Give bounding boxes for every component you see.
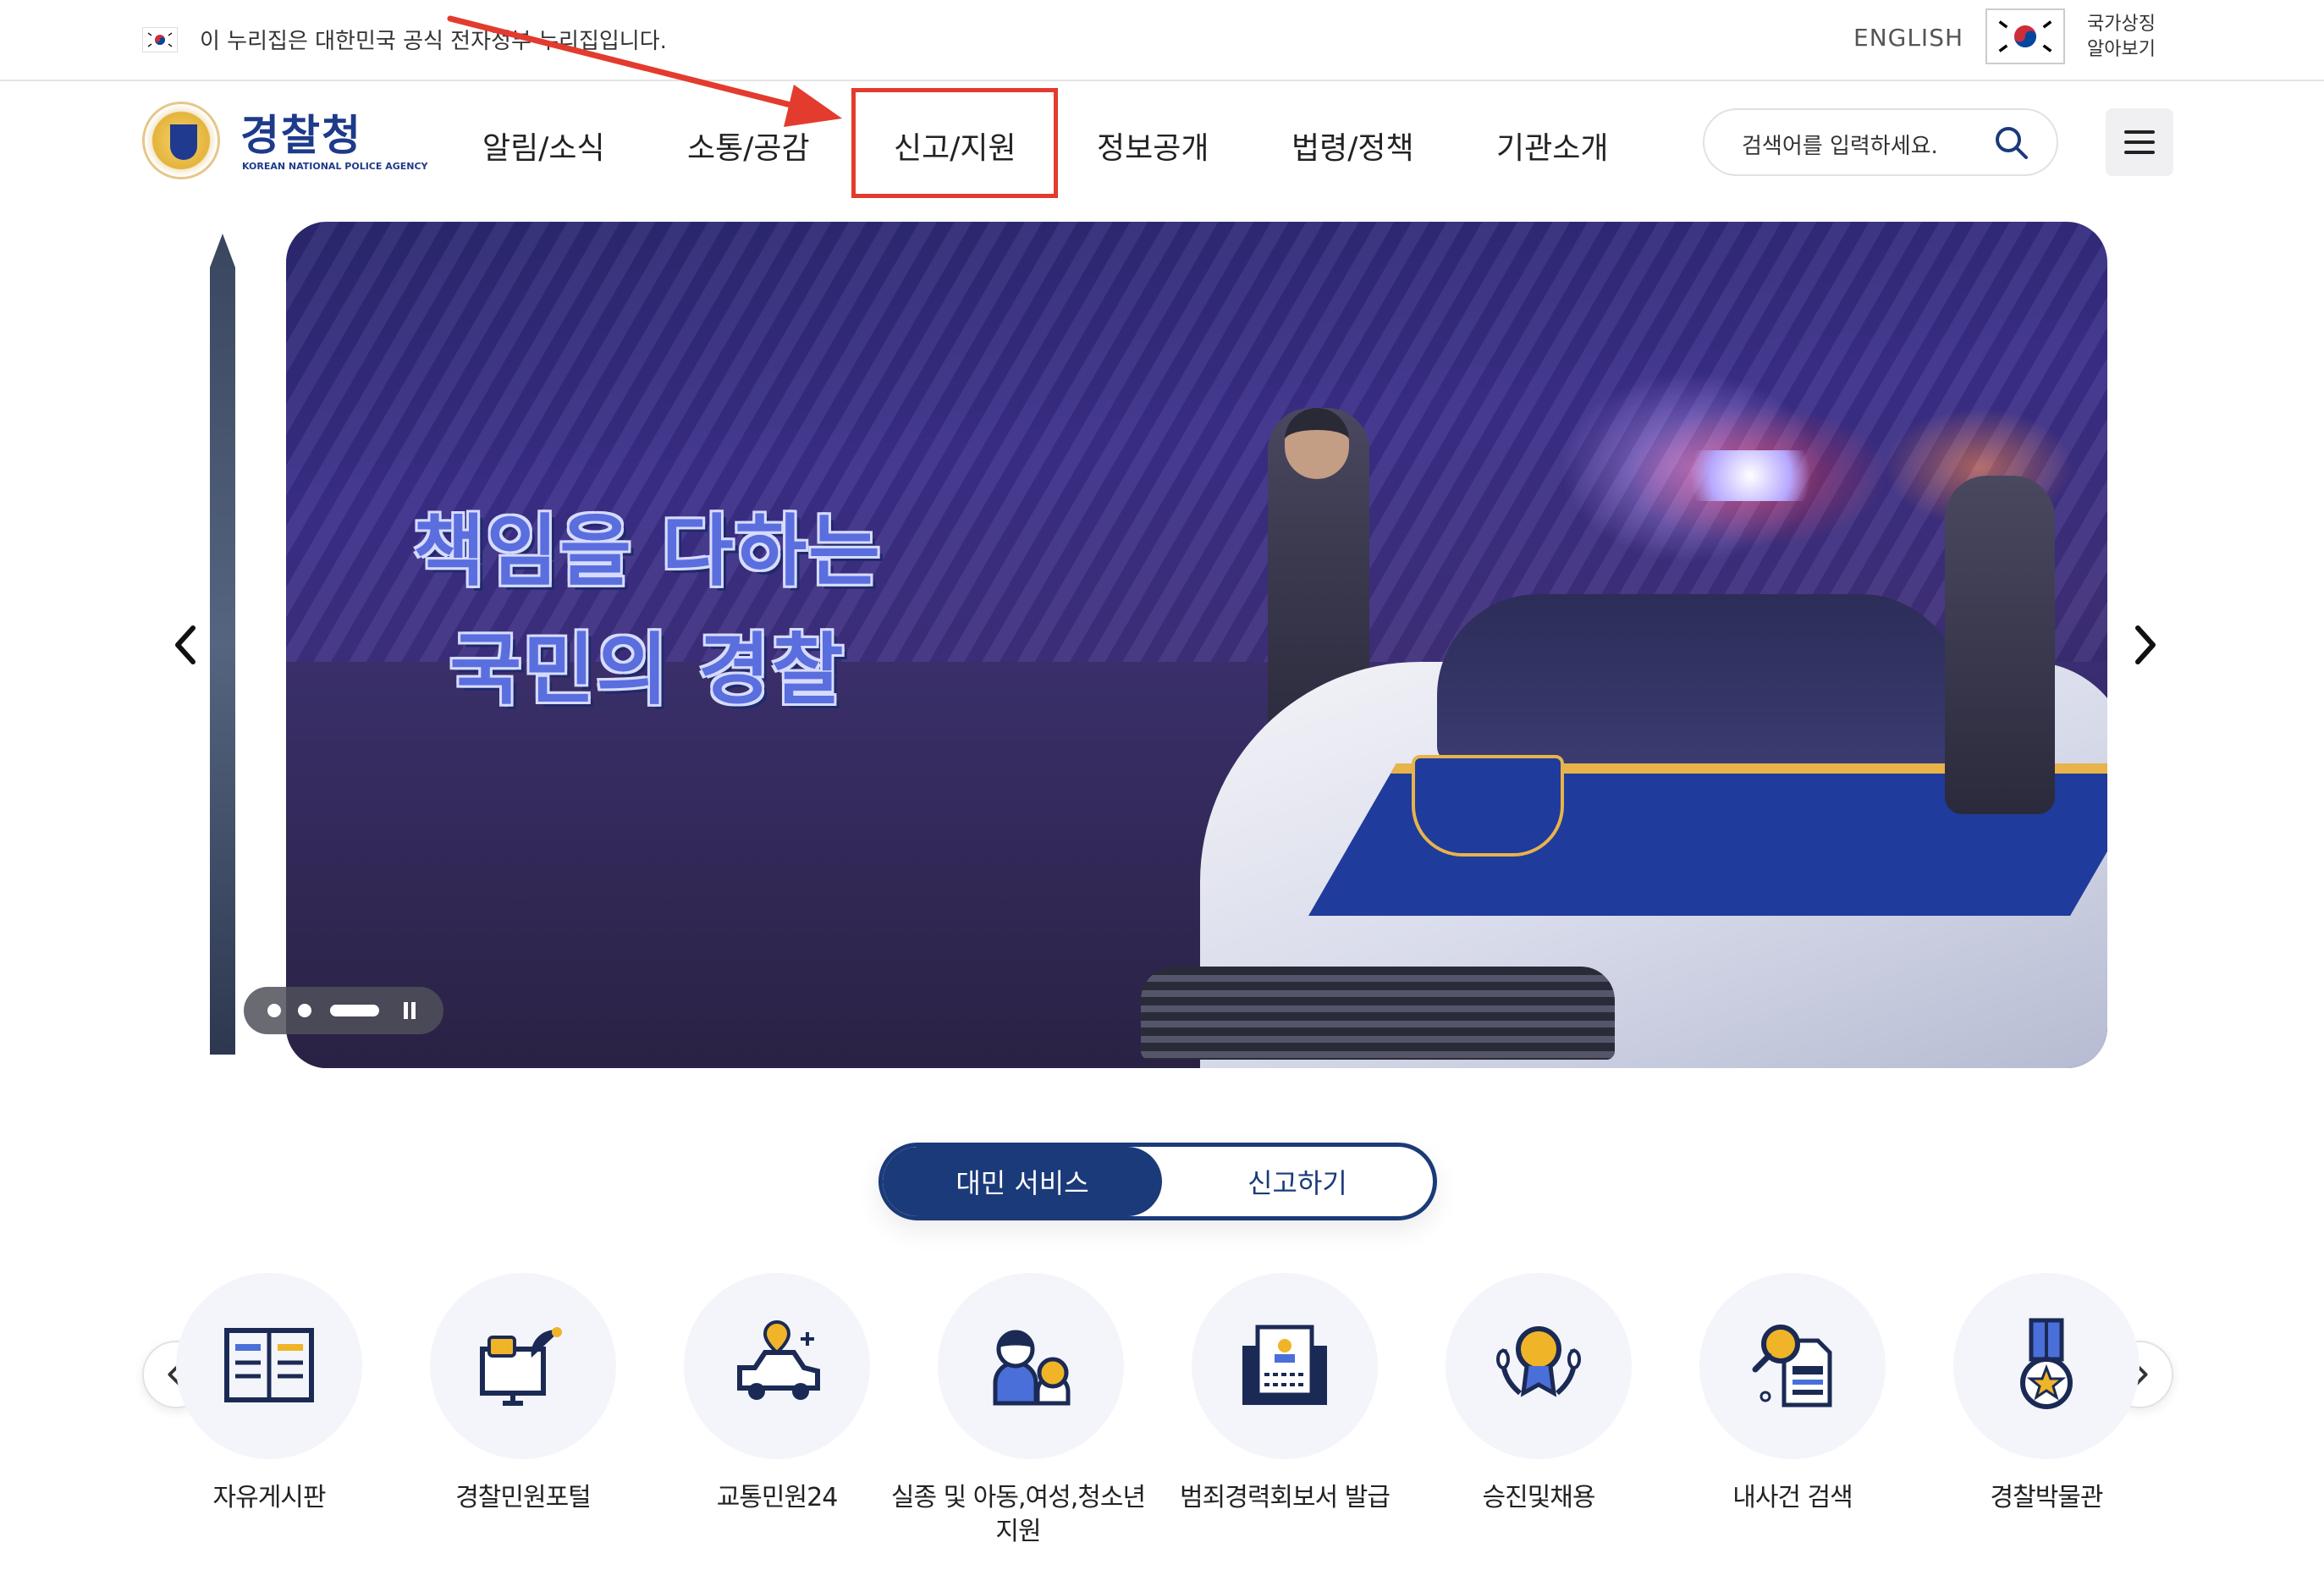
service-label: 승진및채용 (1482, 1483, 1596, 1512)
annotation-highlight-box (851, 88, 1058, 198)
service-label: 실종 및 아동,여성,청소년 지원 (890, 1483, 1146, 1546)
police-car-emblem (1412, 755, 1564, 857)
hero-carousel: 책임을 다하는 국민의 경찰 (286, 222, 2107, 1068)
service-icon-bg (1699, 1273, 1886, 1459)
hero-prev-arrow-icon[interactable] (169, 620, 203, 670)
symbol-link-line1: 국가상징 (2087, 14, 2156, 35)
nav-item-communication[interactable]: 소통/공감 (687, 124, 810, 168)
service-tab-switch: 대민 서비스 신고하기 (878, 1143, 1437, 1220)
service-label: 자유게시판 (212, 1483, 327, 1512)
nav-item-info-disclosure[interactable]: 정보공개 (1097, 124, 1209, 168)
police-officer-image-2 (1945, 476, 2055, 814)
logo-title: 경찰청 (240, 111, 362, 160)
gov-notice-text[interactable]: 이 누리집은 대한민국 공식 전자정부 누리집입니다. (200, 24, 667, 55)
service-case-search[interactable]: 내사건 검색 (1649, 1273, 1903, 1561)
police-car-windshield (1437, 594, 1962, 763)
service-label: 범죄경력회보서 발급 (1180, 1483, 1391, 1512)
service-icon-bg (176, 1273, 362, 1459)
service-icon-bg (430, 1273, 616, 1459)
korea-flag-icon (142, 27, 178, 52)
tab-report[interactable]: 신고하기 (1162, 1147, 1433, 1216)
traffic-icon (737, 1319, 820, 1400)
symbol-link-line2: 알아보기 (2087, 39, 2156, 60)
service-icon-bg (1192, 1273, 1378, 1459)
service-icon-bg (684, 1273, 870, 1459)
service-label: 내사건 검색 (1732, 1483, 1853, 1512)
service-label: 경찰박물관 (1990, 1483, 2104, 1512)
family-icon (993, 1330, 1071, 1406)
hero-headline: 책임을 다하는 국민의 경찰 (413, 493, 882, 730)
carousel-dot-2[interactable] (298, 1004, 311, 1017)
carousel-dot-1[interactable] (267, 1004, 281, 1017)
police-officer-head-image (1285, 408, 1349, 479)
police-emblem-icon (142, 102, 220, 179)
hamburger-menu-button[interactable] (2106, 108, 2173, 176)
menu-line-icon (2124, 140, 2155, 144)
tab-civil-service[interactable]: 대민 서비스 (883, 1147, 1162, 1216)
pause-icon[interactable] (401, 1002, 418, 1019)
service-police-museum[interactable]: 경찰박물관 (1903, 1273, 2156, 1561)
service-free-board[interactable]: 자유게시판 (125, 1273, 379, 1561)
service-icon-bg (1953, 1273, 2140, 1459)
hero-next-arrow-icon[interactable] (2128, 620, 2162, 670)
nav-item-about[interactable]: 기관소개 (1496, 124, 1608, 168)
english-link[interactable]: ENGLISH (1853, 24, 1963, 52)
certificate-icon (1242, 1325, 1327, 1405)
service-civil-portal[interactable]: 경찰민원포털 (379, 1273, 633, 1561)
award-icon (1496, 1326, 1581, 1397)
civil-portal-icon (480, 1327, 562, 1406)
logo-subtitle: KOREAN NATIONAL POLICE AGENCY (242, 161, 428, 172)
previous-slide-peek (210, 234, 235, 1055)
national-symbol-link[interactable]: 국가상징 알아보기 (2087, 12, 2163, 63)
police-car-grille (1141, 967, 1615, 1060)
service-label: 교통민원24 (716, 1483, 839, 1512)
search-icon[interactable] (1992, 124, 2031, 163)
nav-item-law-policy[interactable]: 법령/정책 (1291, 124, 1414, 168)
national-flag-icon[interactable] (1985, 8, 2065, 64)
hero-headline-line2: 국민의 경찰 (449, 625, 845, 715)
nav-item-news[interactable]: 알림/소식 (482, 124, 605, 168)
service-promotion-recruit[interactable]: 승진및채용 (1395, 1273, 1649, 1561)
service-icon-bg (1446, 1273, 1632, 1459)
hero-headline-line1: 책임을 다하는 (413, 506, 882, 597)
service-criminal-record[interactable]: 범죄경력회보서 발급 (1141, 1273, 1395, 1561)
menu-line-icon (2124, 130, 2155, 134)
police-siren-light (1674, 450, 1826, 501)
service-missing-support[interactable]: 실종 및 아동,여성,청소년 지원 (887, 1273, 1146, 1561)
service-label: 경찰민원포털 (455, 1483, 592, 1512)
carousel-controls (244, 987, 443, 1034)
search-placeholder: 검색어를 입력하세요. (1742, 134, 1938, 159)
carousel-dot-active[interactable] (330, 1005, 379, 1016)
menu-line-icon (2124, 151, 2155, 154)
service-traffic[interactable]: 교통민원24 (633, 1273, 887, 1561)
museum-medal-icon (2020, 1318, 2073, 1409)
search-input[interactable]: 검색어를 입력하세요. (1703, 108, 2058, 176)
service-icon-bg (938, 1273, 1124, 1459)
board-icon (224, 1328, 314, 1402)
case-search-icon (1752, 1325, 1832, 1407)
gov-banner: 이 누리집은 대한민국 공식 전자정부 누리집입니다. ENGLISH 국가상징… (0, 0, 2324, 81)
